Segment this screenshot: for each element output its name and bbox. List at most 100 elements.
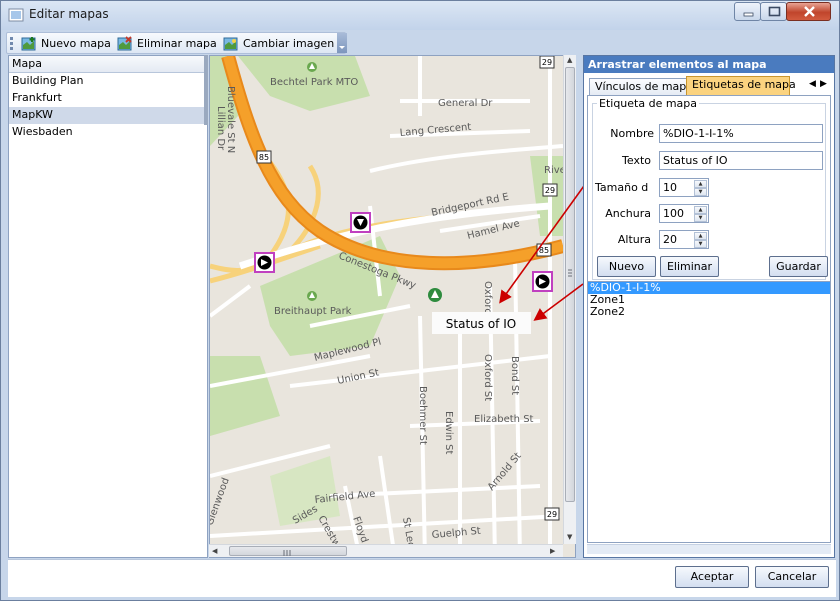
scroll-up-icon[interactable]: ▲	[567, 56, 572, 64]
stepper-down-icon[interactable]: ▼	[694, 188, 707, 196]
nuevo-button[interactable]: Nuevo	[597, 256, 656, 277]
map-list: Mapa Building Plan Frankfurt MapKW Wiesb…	[8, 55, 208, 558]
io-marker-right[interactable]	[532, 271, 553, 292]
tamano-label: Tamaño d	[595, 181, 649, 194]
road-label: Bond St	[509, 356, 520, 395]
route-shield: 29	[539, 56, 555, 69]
texto-label: Texto	[622, 154, 651, 167]
road-label: Edwin St	[443, 411, 454, 454]
minimize-icon	[743, 12, 754, 17]
place-label: Breithaupt Park	[274, 306, 352, 317]
new-map-label: Nuevo mapa	[41, 37, 111, 50]
map-list-item[interactable]: Building Plan	[9, 73, 207, 90]
nombre-field[interactable]	[659, 124, 823, 143]
altura-label: Altura	[617, 233, 651, 246]
texto-field[interactable]	[659, 151, 823, 170]
accept-button[interactable]: Aceptar	[675, 566, 749, 588]
window-app-icon	[8, 8, 24, 22]
map-image: 85 85 29 29 29 Bechtel Park MTO Breithau…	[210, 56, 575, 557]
road-label: Lillian Dr	[215, 106, 226, 151]
group-title: Etiqueta de mapa	[597, 97, 700, 110]
road-label: Elizabeth St	[474, 414, 534, 425]
tab-map-labels[interactable]: Etiquetas de mapa	[686, 76, 796, 95]
anchura-label: Anchura	[605, 207, 651, 220]
stepper-up-icon[interactable]: ▲	[694, 206, 707, 214]
close-button[interactable]	[786, 2, 831, 21]
route-shield-label: 85	[539, 246, 549, 255]
delete-map-button[interactable]: Eliminar mapa	[114, 35, 220, 52]
route-shield-label: 29	[545, 186, 555, 195]
scroll-left-icon[interactable]: ◀	[212, 547, 217, 555]
cancel-button[interactable]: Cancelar	[755, 566, 829, 588]
editar-mapas-window: Editar mapas Nuevo mapa Eliminar mapa Ca…	[0, 0, 840, 601]
map-list-item[interactable]: Wiesbaden	[9, 124, 207, 141]
minimize-button[interactable]	[734, 2, 761, 21]
right-panel-title: Arrastrar elementos al mapa	[584, 56, 834, 73]
list-splitter[interactable]	[204, 55, 208, 125]
new-map-icon	[21, 36, 36, 50]
change-image-button[interactable]: Cambiar imagen	[220, 35, 337, 52]
altura-stepper[interactable]: 20 ▲ ▼	[659, 230, 709, 249]
map-text-label[interactable]: Status of IO	[432, 312, 531, 334]
vertical-scroll-thumb[interactable]	[565, 67, 575, 502]
scroll-right-icon[interactable]: ▶	[550, 547, 555, 555]
road-label: Boehmer St	[417, 386, 428, 445]
toolbar-overflow-button[interactable]	[337, 33, 347, 53]
road-label: General Dr	[438, 98, 493, 109]
route-shield-label: 29	[547, 510, 557, 519]
park-marker	[428, 288, 442, 302]
eliminar-button[interactable]: Eliminar	[660, 256, 719, 277]
place-label: Bechtel Park MTO	[270, 77, 358, 88]
anchura-stepper[interactable]: 100 ▲ ▼	[659, 204, 709, 223]
label-group: Etiqueta de mapa Nombre Texto Tamaño d 1…	[592, 97, 828, 280]
stepper-up-icon[interactable]: ▲	[694, 232, 707, 240]
io-marker-down[interactable]	[350, 212, 371, 233]
route-shield: 29	[544, 507, 560, 521]
guardar-button[interactable]: Guardar	[769, 256, 828, 277]
road-label: Bluevale St N	[225, 86, 236, 153]
maximize-icon	[768, 6, 781, 17]
tab-strip: Vínculos de mapa Etiquetas de mapa ◀ ▶	[587, 76, 831, 95]
nombre-label: Nombre	[610, 127, 654, 140]
maximize-button[interactable]	[760, 2, 787, 21]
chevron-down-icon	[339, 46, 345, 49]
tab-page-map-labels: Etiqueta de mapa Nombre Texto Tamaño d 1…	[587, 95, 831, 284]
toolbar-grip[interactable]	[10, 37, 13, 50]
stepper-down-icon[interactable]: ▼	[694, 240, 707, 248]
label-list-item[interactable]: Zone2	[588, 306, 830, 318]
map-list-item[interactable]: Frankfurt	[9, 90, 207, 107]
route-shield-label: 85	[259, 153, 269, 162]
grip-icon	[283, 550, 291, 556]
map-list-header: Mapa	[9, 56, 207, 73]
window-title: Editar mapas	[29, 7, 109, 21]
stepper-down-icon[interactable]: ▼	[694, 214, 707, 222]
tab-scroll-left-icon[interactable]: ◀	[809, 79, 816, 89]
altura-value: 20	[663, 233, 677, 246]
change-image-icon	[223, 37, 238, 50]
dialog-footer: Aceptar Cancelar	[8, 559, 836, 597]
delete-map-label: Eliminar mapa	[137, 37, 217, 50]
toolbar: Nuevo mapa Eliminar mapa Cambiar imagen	[6, 32, 347, 54]
map-text-label-content: Status of IO	[446, 317, 516, 331]
horizontal-scroll-thumb[interactable]	[229, 546, 347, 556]
label-list: %DIO-1-I-1% Zone1 Zone2	[587, 281, 831, 543]
tamano-stepper[interactable]: 10 ▲ ▼	[659, 178, 709, 197]
map-list-item-selected[interactable]: MapKW	[9, 107, 207, 124]
tab-map-links[interactable]: Vínculos de mapa	[589, 78, 693, 95]
park-marker	[307, 291, 317, 301]
map-horizontal-scrollbar[interactable]: ◀ ▶	[209, 544, 563, 557]
change-image-label: Cambiar imagen	[243, 37, 335, 50]
scroll-down-icon[interactable]: ▼	[567, 533, 572, 541]
right-panel: Arrastrar elementos al mapa Vínculos de …	[583, 55, 835, 558]
new-map-button[interactable]: Nuevo mapa	[18, 35, 114, 52]
close-icon	[804, 6, 815, 17]
route-shield: 85	[536, 243, 552, 257]
route-shield-label: 29	[542, 58, 552, 67]
stepper-up-icon[interactable]: ▲	[694, 180, 707, 188]
tab-scroll-right-icon[interactable]: ▶	[820, 79, 827, 89]
io-marker-right[interactable]	[254, 252, 275, 273]
map-view[interactable]: 85 85 29 29 29 Bechtel Park MTO Breithau…	[209, 55, 576, 558]
tamano-value: 10	[663, 181, 677, 194]
map-vertical-scrollbar[interactable]: ▲ ▼	[563, 55, 576, 544]
route-shield: 29	[542, 183, 558, 197]
